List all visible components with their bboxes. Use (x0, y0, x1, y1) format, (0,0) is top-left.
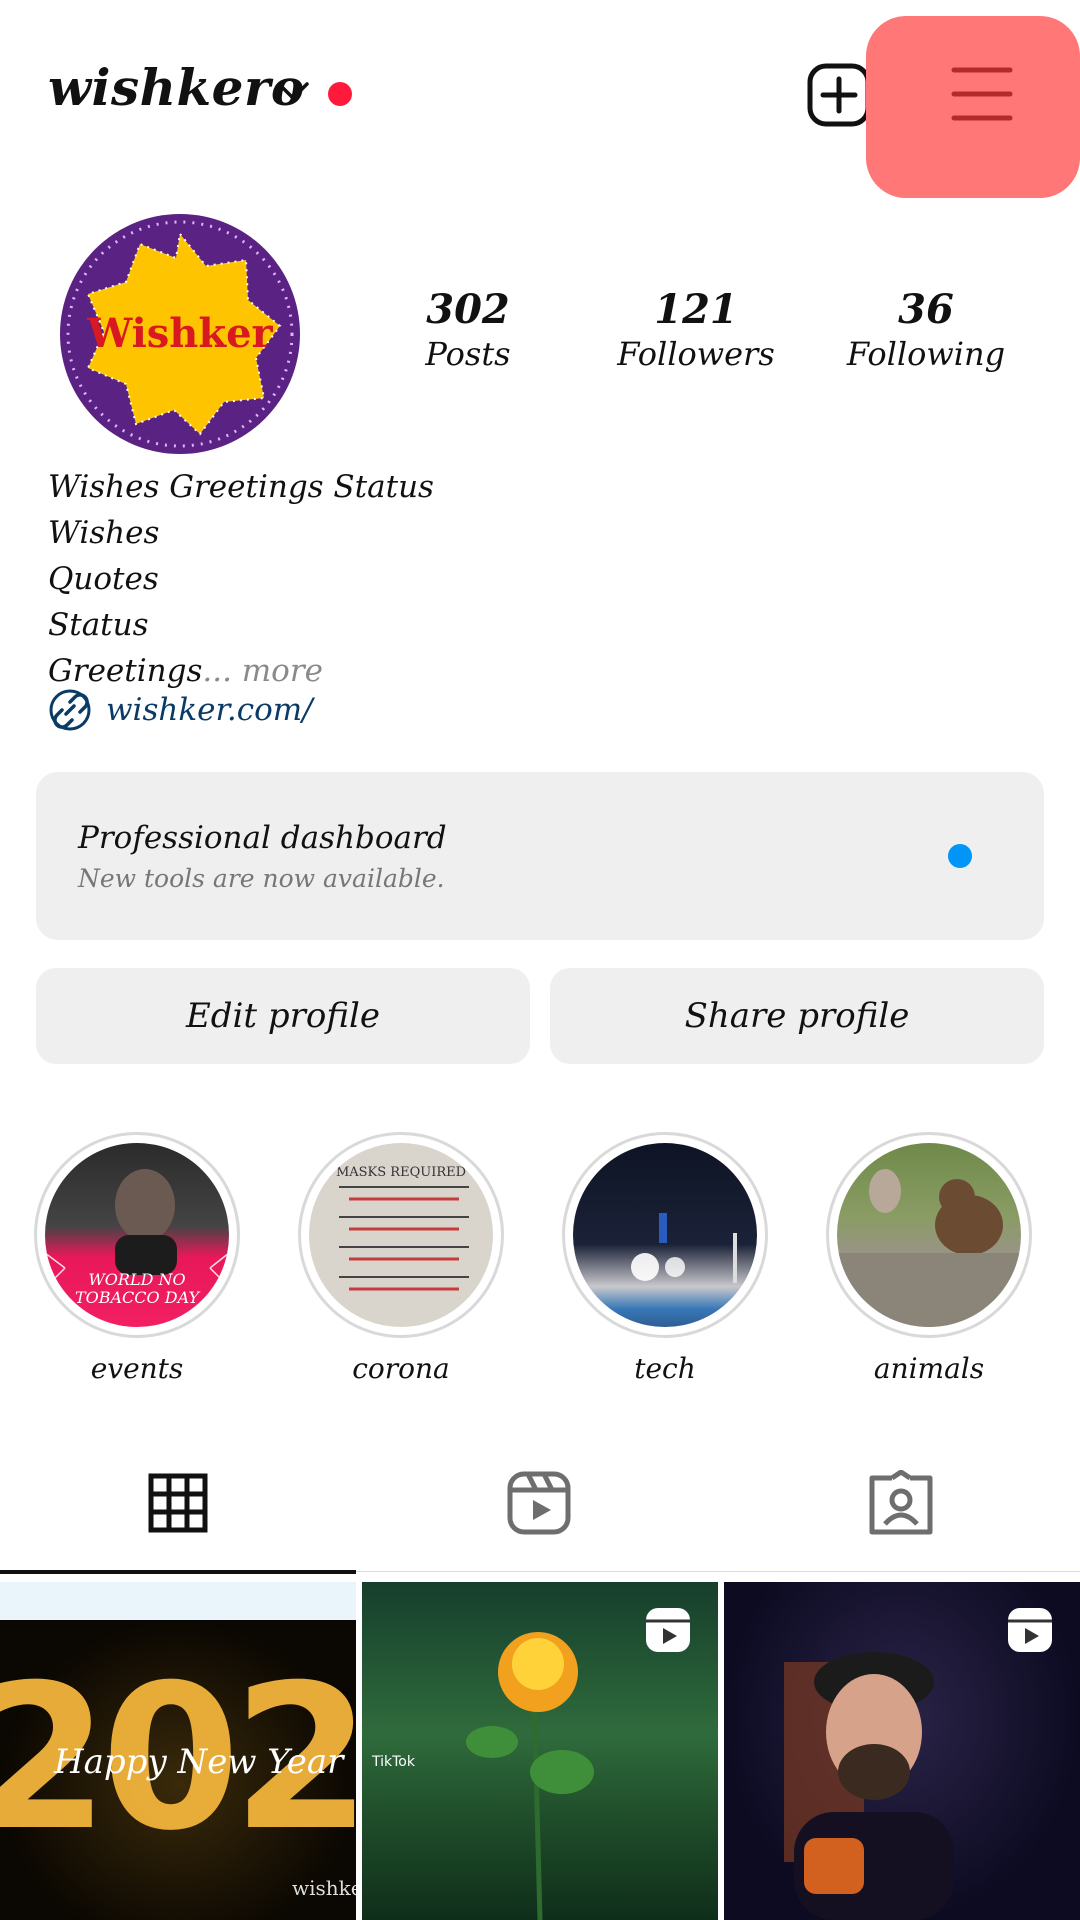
highlight-cover (837, 1143, 1021, 1327)
reel-badge-icon (1008, 1608, 1052, 1652)
dashboard-new-dot (948, 844, 972, 868)
dashboard-title: Professional dashboard (78, 820, 447, 856)
notification-dot (328, 82, 352, 106)
posts-label: Posts (425, 335, 511, 373)
following-count: 36 (898, 286, 954, 333)
edit-profile-button[interactable]: Edit profile (36, 968, 530, 1064)
highlight-cover-art (837, 1169, 1021, 1327)
highlight-cover (573, 1143, 757, 1327)
profile-username[interactable]: wishkero (48, 58, 305, 117)
add-square-icon[interactable] (806, 62, 872, 128)
highlight-cover-text: WORLD NO TOBACCO DAY (74, 1270, 200, 1307)
highlight-ring (562, 1132, 768, 1338)
hamburger-menu-icon[interactable] (950, 64, 1014, 124)
profile-link[interactable]: wishker.com/ (48, 688, 313, 732)
tab-divider (356, 1571, 1080, 1572)
highlight-ring: WORLD NO TOBACCO DAY (34, 1132, 240, 1338)
highlight-cover-text: MASKS REQUIRED (335, 1165, 467, 1180)
highlight-animals[interactable]: animals (826, 1132, 1034, 1385)
bio-line: Status (48, 607, 149, 643)
link-icon (49, 689, 91, 731)
highlight-cover-art (631, 1213, 737, 1283)
professional-dashboard-card[interactable]: Professional dashboard New tools are now… (36, 772, 1044, 940)
dashboard-subtitle: New tools are now available. (78, 864, 445, 893)
chevron-down-icon[interactable] (276, 80, 310, 102)
followers-label: Followers (617, 335, 775, 373)
highlight-ring: MASKS REQUIRED (298, 1132, 504, 1338)
grid-icon[interactable] (148, 1473, 208, 1533)
profile-bio: Wishes Greetings Status Wishes Quotes St… (48, 464, 434, 694)
stat-following[interactable]: 36 Following (816, 286, 1036, 373)
post-top-band (0, 1582, 356, 1620)
stat-followers[interactable]: 121 Followers (586, 286, 806, 373)
highlight-tech[interactable]: tech (562, 1132, 770, 1385)
highlight-cover: MASKS REQUIRED (309, 1143, 493, 1327)
avatar-logo-text: Wishker (87, 310, 273, 357)
highlight-label: corona (352, 1352, 450, 1385)
share-profile-button[interactable]: Share profile (550, 968, 1044, 1064)
post-thumbnail[interactable]: 2022 Happy New Year wishke (0, 1582, 356, 1920)
post-thumbnail[interactable] (724, 1582, 1080, 1920)
reel-badge-icon (646, 1608, 690, 1652)
highlight-events[interactable]: WORLD NO TOBACCO DAY events (34, 1132, 242, 1385)
tagged-icon[interactable] (868, 1470, 934, 1536)
bio-more-link[interactable]: ... more (202, 653, 323, 689)
bio-name: Wishes Greetings Status (48, 469, 434, 505)
post-thumbnail[interactable]: TikTok (362, 1582, 718, 1920)
bio-line: Quotes (48, 561, 159, 597)
following-label: Following (846, 335, 1006, 373)
highlight-label: animals (873, 1352, 985, 1385)
highlight-label: tech (634, 1352, 696, 1385)
highlight-corona[interactable]: MASKS REQUIRED corona (298, 1132, 506, 1385)
stat-posts[interactable]: 302 Posts (358, 286, 578, 373)
bio-last-text: Greetings (48, 653, 203, 689)
highlight-ring (826, 1132, 1032, 1338)
avatar[interactable]: Wishker (60, 214, 300, 454)
reels-icon[interactable] (506, 1470, 572, 1536)
post-caption-text: Happy New Year (54, 1742, 344, 1782)
followers-count: 121 (654, 286, 738, 333)
post-overlay-text: TikTok (372, 1754, 415, 1770)
bio-line: Wishes (48, 515, 160, 551)
highlight-cover: WORLD NO TOBACCO DAY (45, 1143, 229, 1327)
highlight-label: events (90, 1352, 184, 1385)
tab-active-indicator (0, 1570, 356, 1574)
post-watermark: wishke (292, 1876, 356, 1900)
profile-link-text[interactable]: wishker.com/ (106, 692, 313, 728)
posts-count: 302 (426, 286, 510, 333)
